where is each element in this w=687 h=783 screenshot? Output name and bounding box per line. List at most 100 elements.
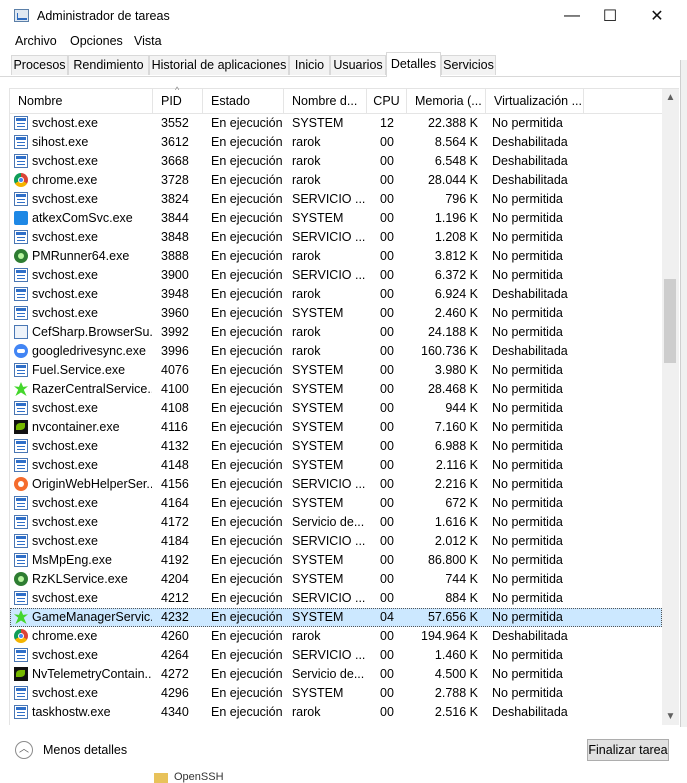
table-row[interactable]: CefSharp.BrowserSu... 3992 En ejecución rar… — [10, 323, 662, 342]
cell-user: SERVICIO ... — [292, 192, 366, 206]
svchost-process-icon — [14, 439, 28, 453]
fewer-details-link[interactable]: Menos detalles — [43, 743, 127, 757]
cell-pid: 4156 — [161, 477, 189, 491]
table-row[interactable]: svchost.exe 3948 En ejecución rarok 00 6.924 … — [10, 285, 662, 304]
cell-pid: 4260 — [161, 629, 189, 643]
close-button[interactable]: ✕ — [634, 0, 680, 32]
tab-servicios[interactable]: Servicios — [441, 55, 496, 75]
cell-virtualization: Deshabilitada — [492, 629, 568, 643]
cell-status: En ejecución — [211, 363, 283, 377]
tab-historial[interactable]: Historial de aplicaciones — [149, 55, 289, 75]
tab-usuarios[interactable]: Usuarios — [330, 55, 386, 75]
svchost-process-icon — [14, 192, 28, 206]
menu-archivo[interactable]: Archivo — [15, 34, 57, 48]
cell-user: rarok — [292, 325, 321, 339]
cell-memory: 194.964 K — [421, 629, 478, 643]
tab-procesos[interactable]: Procesos — [11, 55, 68, 75]
cell-name: googledrivesync.exe — [32, 344, 146, 358]
table-row[interactable]: svchost.exe 4264 En ejecución SERVICIO ... 0… — [10, 646, 662, 665]
column-header-user[interactable]: Nombre d... — [284, 89, 367, 113]
column-header-name[interactable]: Nombre — [10, 89, 153, 113]
menu-vista[interactable]: Vista — [134, 34, 162, 48]
cell-user: SYSTEM — [292, 382, 344, 396]
column-header-status[interactable]: Estado — [203, 89, 284, 113]
table-row[interactable]: svchost.exe 3900 En ejecución SERVICIO ... 0… — [10, 266, 662, 285]
scroll-up-icon[interactable]: ▲ — [662, 89, 679, 106]
cell-user: SYSTEM — [292, 306, 344, 320]
cell-name: nvcontainer.exe — [32, 420, 120, 434]
table-row[interactable]: svchost.exe 3960 En ejecución SYSTEM 00 2.460… — [10, 304, 662, 323]
table-row[interactable]: RazerCentralService.... 4100 En ejecución S… — [10, 380, 662, 399]
cell-name: sihost.exe — [32, 135, 89, 149]
cell-memory: 4.500 K — [434, 667, 478, 681]
cell-pid: 4192 — [161, 553, 189, 567]
cell-user: SYSTEM — [292, 610, 344, 624]
table-row[interactable]: taskhostw.exe 4340 En ejecución rarok 00 2.51… — [10, 703, 662, 722]
cell-name: Fuel.Service.exe — [32, 363, 126, 377]
svchost-process-icon — [14, 686, 28, 700]
table-row[interactable]: chrome.exe 4260 En ejecución rarok 00 194.964… — [10, 627, 662, 646]
table-row[interactable]: svchost.exe 4212 En ejecución SERVICIO ... 0… — [10, 589, 662, 608]
cell-status: En ejecución — [211, 287, 283, 301]
scroll-down-icon[interactable]: ▼ — [662, 708, 679, 725]
column-header-cpu[interactable]: CPU — [367, 89, 407, 113]
table-row[interactable]: svchost.exe 4296 En ejecución SYSTEM 00 2.788… — [10, 684, 662, 703]
table-row[interactable]: svchost.exe 4164 En ejecución SYSTEM 00 672 K… — [10, 494, 662, 513]
table-row[interactable]: svchost.exe 3824 En ejecución SERVICIO ... 0… — [10, 190, 662, 209]
cell-user: SERVICIO ... — [292, 534, 366, 548]
cell-memory: 86.800 K — [427, 553, 478, 567]
end-task-button[interactable]: Finalizar tarea — [587, 739, 669, 761]
cell-status: En ejecución — [211, 610, 283, 624]
cell-name: MsMpEng.exe — [32, 553, 112, 567]
cell-name: RazerCentralService.... — [32, 382, 152, 396]
table-row[interactable]: svchost.exe 3668 En ejecución rarok 00 6.548 … — [10, 152, 662, 171]
table-row[interactable]: MsMpEng.exe 4192 En ejecución SYSTEM 00 86.80… — [10, 551, 662, 570]
vertical-scrollbar[interactable]: ▲ ▼ — [662, 89, 679, 725]
table-row[interactable]: Fuel.Service.exe 4076 En ejecución SYSTEM 00… — [10, 361, 662, 380]
table-row[interactable]: svchost.exe 4172 En ejecución Servicio de..… — [10, 513, 662, 532]
table-row[interactable]: svchost.exe 4132 En ejecución SYSTEM 00 6.988… — [10, 437, 662, 456]
table-row[interactable]: svchost.exe 4148 En ejecución SYSTEM 00 2.116… — [10, 456, 662, 475]
column-header-memory[interactable]: Memoria (... — [407, 89, 486, 113]
tab-detalles[interactable]: Detalles — [386, 52, 441, 77]
table-row[interactable]: nvcontainer.exe 4116 En ejecución SYSTEM 00 7… — [10, 418, 662, 437]
table-row[interactable]: NvTelemetryContain... 4272 En ejecución Ser… — [10, 665, 662, 684]
tab-rendimiento[interactable]: Rendimiento — [68, 55, 149, 75]
table-row[interactable]: sihost.exe 3612 En ejecución rarok 00 8.564 K… — [10, 133, 662, 152]
table-row[interactable]: svchost.exe 4108 En ejecución SYSTEM 00 944 K… — [10, 399, 662, 418]
tab-inicio[interactable]: Inicio — [289, 55, 330, 75]
menu-opciones[interactable]: Opciones — [70, 34, 123, 48]
table-row[interactable]: svchost.exe 3552 En ejecución SYSTEM 12 22.38… — [10, 114, 662, 133]
table-row[interactable]: svchost.exe 4184 En ejecución SERVICIO ... 0… — [10, 532, 662, 551]
cell-status: En ejecución — [211, 667, 283, 681]
cell-pid: 4108 — [161, 401, 189, 415]
cell-virtualization: No permitida — [492, 553, 563, 567]
cell-user: rarok — [292, 249, 321, 263]
cell-cpu: 00 — [380, 534, 394, 548]
svchost-process-icon — [14, 648, 28, 662]
cell-cpu: 00 — [380, 135, 394, 149]
cell-status: En ejecución — [211, 553, 283, 567]
table-row[interactable]: PMRunner64.exe 3888 En ejecución rarok 00 3.8… — [10, 247, 662, 266]
chevron-up-icon[interactable]: ︿ — [15, 741, 33, 759]
table-row[interactable]: GameManagerServic... 4232 En ejecución SYST… — [10, 608, 662, 627]
table-row[interactable]: svchost.exe 3848 En ejecución SERVICIO ... 0… — [10, 228, 662, 247]
table-row[interactable]: atkexComSvc.exe 3844 En ejecución SYSTEM 00 1… — [10, 209, 662, 228]
cell-cpu: 04 — [380, 610, 394, 624]
column-header-virtualization[interactable]: Virtualización ... — [486, 89, 584, 113]
table-row[interactable]: OriginWebHelperSer... 4156 En ejecución SER… — [10, 475, 662, 494]
cell-cpu: 00 — [380, 325, 394, 339]
cell-virtualization: No permitida — [492, 610, 563, 624]
scroll-thumb[interactable] — [664, 279, 676, 363]
cell-user: rarok — [292, 135, 321, 149]
cell-name: svchost.exe — [32, 439, 99, 453]
cell-memory: 22.388 K — [427, 116, 478, 130]
table-row[interactable]: googledrivesync.exe 3996 En ejecución rarok… — [10, 342, 662, 361]
cell-user: rarok — [292, 287, 321, 301]
cell-pid: 3612 — [161, 135, 189, 149]
table-row[interactable]: chrome.exe 3728 En ejecución rarok 00 28.044 … — [10, 171, 662, 190]
cell-memory: 672 K — [445, 496, 478, 510]
table-row[interactable]: RzKLService.exe 4204 En ejecución SYSTEM 00 7… — [10, 570, 662, 589]
maximize-button[interactable]: ☐ — [587, 0, 633, 32]
razer-process-icon — [14, 610, 28, 624]
